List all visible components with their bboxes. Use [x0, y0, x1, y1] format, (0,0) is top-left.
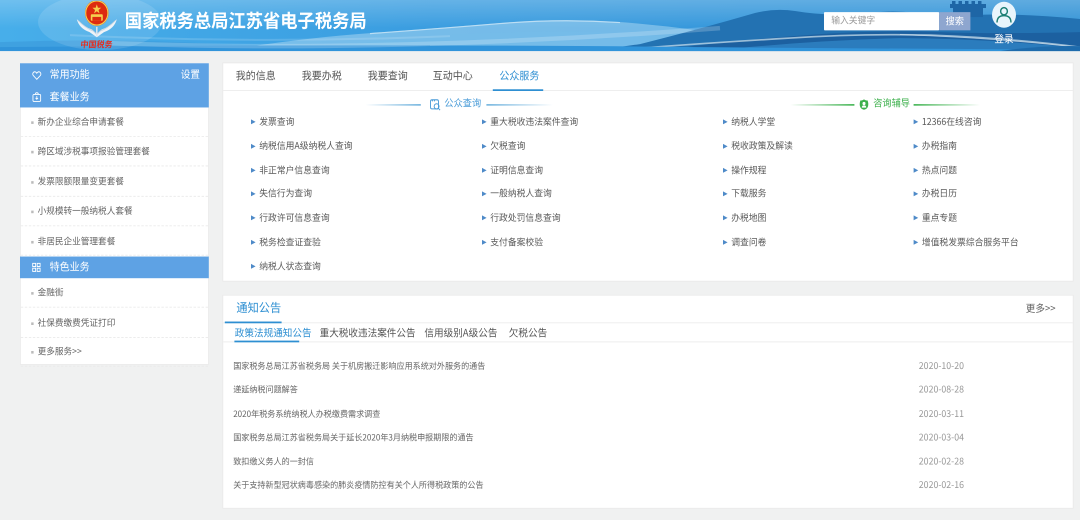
svg-text:中国税务: 中国税务: [80, 38, 114, 49]
